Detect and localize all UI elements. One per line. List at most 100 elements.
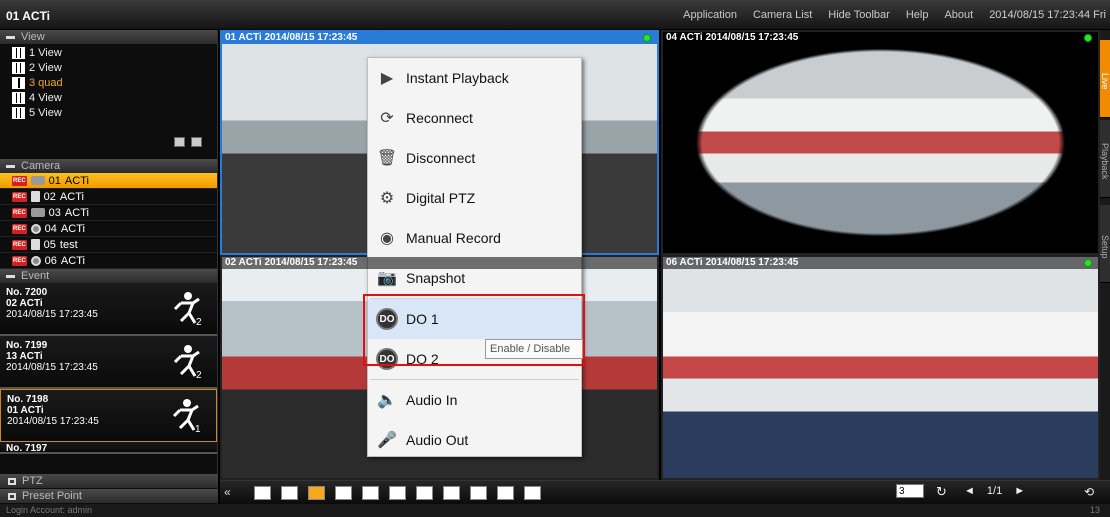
tile-title: 01 ACTi 2014/08/15 17:23:45 <box>222 32 657 44</box>
tile-title: 02 ACTi 2014/08/15 17:23:45 <box>222 257 657 269</box>
tooltip: Enable / Disable <box>485 339 583 359</box>
expand-icon <box>8 477 16 485</box>
ptz-section-header[interactable]: PTZ <box>0 474 218 488</box>
camera-section-header[interactable]: Camera <box>0 159 217 173</box>
menu-about[interactable]: About <box>944 9 973 21</box>
box-camera-icon <box>30 191 40 202</box>
tab-setup[interactable]: Setup <box>1100 205 1110 283</box>
app-title: 01 ACTi <box>6 9 51 23</box>
view-item-5[interactable]: 5 View <box>0 105 217 120</box>
layout-16-icon[interactable] <box>389 486 406 500</box>
gear-icon: ⚙ <box>379 190 395 207</box>
menu-item-audio-out[interactable]: 🎤 Audio Out <box>368 420 581 460</box>
connection-count: 13 <box>1089 505 1100 515</box>
menu-item-instant-playback[interactable]: ▶ Instant Playback <box>368 58 581 98</box>
camera-item-02[interactable]: REC 02 ACTi <box>0 189 217 205</box>
connection-status-icon <box>643 34 651 42</box>
top-menu: Application Camera List Hide Toolbar Hel… <box>683 9 1106 21</box>
grid-layout-icon <box>12 46 25 59</box>
camera-item-03[interactable]: REC 03 ACTi <box>0 205 217 221</box>
expand-icon <box>8 492 16 500</box>
menu-camera-list[interactable]: Camera List <box>753 9 812 21</box>
camera-icon <box>30 208 45 217</box>
menu-item-digital-ptz[interactable]: ⚙ Digital PTZ <box>368 178 581 218</box>
clock: 2014/08/15 17:23:44 Fri <box>989 9 1106 21</box>
preset-section-header[interactable]: Preset Point <box>0 489 218 503</box>
camera-icon <box>30 176 45 185</box>
layout-custom4-icon[interactable] <box>497 486 514 500</box>
layout-2-icon[interactable] <box>281 486 298 500</box>
layout-custom3-icon[interactable] <box>470 486 487 500</box>
rec-badge: REC <box>12 255 27 266</box>
menu-help[interactable]: Help <box>906 9 929 21</box>
layout-custom1-icon[interactable] <box>416 486 433 500</box>
page-input[interactable] <box>896 484 924 498</box>
menu-item-reconnect[interactable]: ⟳ Reconnect <box>368 98 581 138</box>
quad-layout-icon <box>12 76 25 89</box>
grid-layout-icon <box>12 61 25 74</box>
rotate-icon[interactable]: ↻ <box>936 484 952 499</box>
collapse-icon <box>6 274 15 278</box>
event-item[interactable]: No. 7200 02 ACTi 2014/08/15 17:23:45 2 <box>0 283 217 336</box>
camera-item-05[interactable]: REC 05 test <box>0 237 217 253</box>
view-item-4[interactable]: 4 View <box>0 90 217 105</box>
layout-custom5-icon[interactable] <box>524 486 541 500</box>
page-indicator: 1/1 <box>986 485 1003 497</box>
menu-item-manual-record[interactable]: ◉ Manual Record <box>368 218 581 258</box>
layout-selector <box>254 486 541 500</box>
rec-badge: REC <box>12 191 27 202</box>
left-panel: View 1 View 2 View 3 quad 4 View 5 View … <box>0 30 218 504</box>
motion-detection-icon: 2 <box>173 292 202 327</box>
svg-text:2: 2 <box>196 317 202 327</box>
layout-custom2-icon[interactable] <box>443 486 460 500</box>
rec-badge: REC <box>12 207 27 218</box>
tile-title: 04 ACTi 2014/08/15 17:23:45 <box>663 32 1098 44</box>
camera-item-06[interactable]: REC 06 ACTi <box>0 253 217 269</box>
svg-text:2: 2 <box>196 370 202 380</box>
event-item[interactable]: No. 7198 01 ACTi 2014/08/15 17:23:45 1 <box>0 389 217 442</box>
microphone-icon: 🎤 <box>377 432 397 449</box>
rec-badge: REC <box>12 223 27 234</box>
side-tabs: Live Playback Setup <box>1100 30 1110 486</box>
layout-12-icon[interactable] <box>362 486 379 500</box>
camera-item-04[interactable]: REC 04 ACTi <box>0 221 217 237</box>
svg-text:1: 1 <box>195 424 201 434</box>
video-tile-04[interactable]: 04 ACTi 2014/08/15 17:23:45 <box>661 30 1100 255</box>
status-bar: Login Account: admin 13 <box>0 504 1110 517</box>
video-grid: 01 ACTi 2014/08/15 17:23:45 04 ACTi 2014… <box>220 30 1100 486</box>
record-camera-icon: ◉ <box>380 230 394 247</box>
event-item[interactable]: No. 7197 <box>0 442 217 454</box>
trash-icon: 🗑 <box>376 150 398 167</box>
collapse-toolbar-button[interactable]: « <box>224 485 231 499</box>
menu-hide-toolbar[interactable]: Hide Toolbar <box>828 9 890 21</box>
layout-9-icon[interactable] <box>335 486 352 500</box>
menu-item-disconnect[interactable]: 🗑 Disconnect <box>368 138 581 178</box>
layout-quad-icon[interactable] <box>308 486 325 500</box>
save-view-icon[interactable] <box>191 137 202 147</box>
menu-item-audio-in[interactable]: 🔈 Audio In <box>368 380 581 420</box>
camera-item-01[interactable]: REC 01 ACTi <box>0 173 217 189</box>
edit-view-icon[interactable] <box>174 137 185 147</box>
menu-application[interactable]: Application <box>683 9 737 21</box>
fisheye-mask <box>663 32 1098 253</box>
refresh-icon[interactable]: ⟲ <box>1084 485 1094 499</box>
connection-status-icon <box>1084 259 1092 267</box>
view-section-header[interactable]: View <box>0 30 217 44</box>
connection-status-icon <box>1084 34 1092 42</box>
video-tile-06[interactable]: 06 ACTi 2014/08/15 17:23:45 <box>661 255 1100 480</box>
event-section-header[interactable]: Event <box>0 269 217 283</box>
prev-page-button[interactable]: ◄ <box>964 485 975 497</box>
tab-live[interactable]: Live <box>1100 40 1110 118</box>
view-item-2[interactable]: 2 View <box>0 60 217 75</box>
top-bar: 01 ACTi Application Camera List Hide Too… <box>0 0 1110 30</box>
view-item-1[interactable]: 1 View <box>0 45 217 60</box>
tab-playback[interactable]: Playback <box>1100 120 1110 198</box>
box-camera-icon <box>30 239 40 250</box>
pager: ↻ ◄ 1/1 ► <box>896 484 1025 499</box>
motion-detection-icon: 2 <box>173 345 202 380</box>
layout-1-icon[interactable] <box>254 486 271 500</box>
event-item[interactable]: No. 7199 13 ACTi 2014/08/15 17:23:45 2 <box>0 336 217 389</box>
next-page-button[interactable]: ► <box>1014 485 1025 497</box>
view-item-3[interactable]: 3 quad <box>0 75 217 90</box>
reconnect-icon: ⟳ <box>380 110 394 127</box>
